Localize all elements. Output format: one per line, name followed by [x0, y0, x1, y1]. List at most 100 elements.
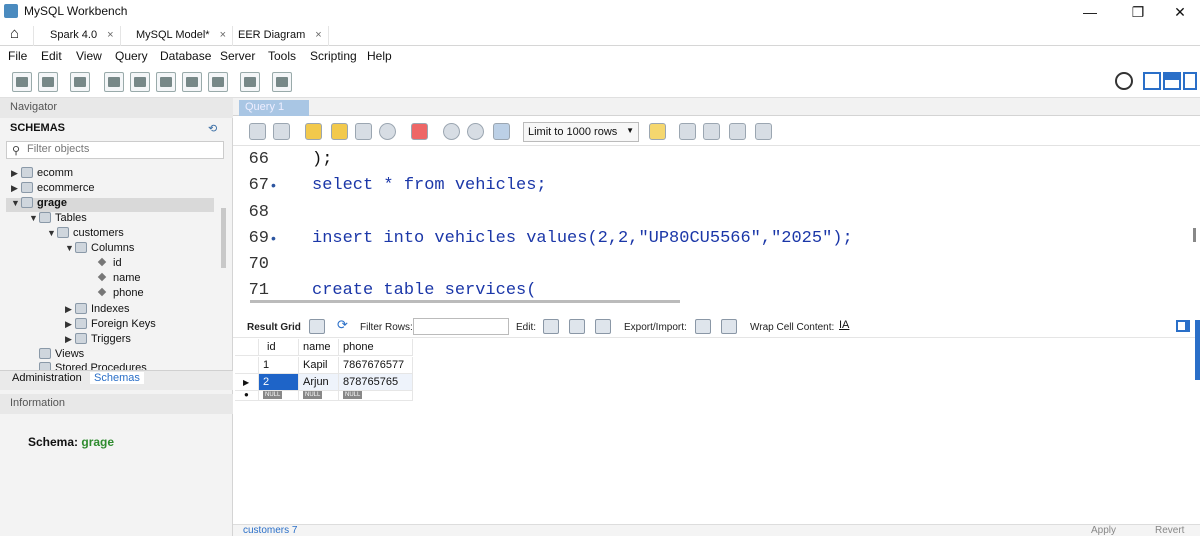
find-icon[interactable]	[703, 123, 720, 140]
menu-query[interactable]: Query	[115, 49, 148, 63]
column-header-id[interactable]: id	[259, 339, 299, 356]
toggle-sidebar-icon[interactable]	[1143, 72, 1161, 90]
table-cell-selected[interactable]: 2	[259, 374, 299, 391]
tree-indexes[interactable]: ▶ Indexes	[65, 303, 130, 315]
create-table-icon[interactable]	[130, 72, 150, 92]
new-row-marker-icon[interactable]: ●	[235, 391, 259, 401]
menu-edit[interactable]: Edit	[41, 49, 62, 63]
wrap-lines-icon[interactable]	[755, 123, 772, 140]
menu-database[interactable]: Database	[160, 49, 211, 63]
delete-row-icon[interactable]	[595, 319, 611, 334]
column-header-name[interactable]: name	[299, 339, 339, 356]
create-procedure-icon[interactable]	[182, 72, 202, 92]
grid-view-icon[interactable]	[309, 319, 325, 334]
collapse-arrow-icon[interactable]: ▼	[11, 198, 21, 208]
table-cell[interactable]: 878765765	[339, 374, 413, 391]
menu-file[interactable]: File	[8, 49, 27, 63]
null-cell[interactable]: NULL	[259, 391, 299, 401]
reconnect-icon[interactable]	[272, 72, 292, 92]
inspector-icon[interactable]	[70, 72, 90, 92]
column-header-phone[interactable]: phone	[339, 339, 413, 356]
tree-column-id[interactable]: id	[97, 257, 122, 269]
row-header[interactable]	[235, 357, 259, 374]
schema-grage[interactable]: ▼ grage	[11, 197, 67, 209]
editor-vertical-scrollbar[interactable]	[1193, 228, 1196, 242]
tab-close-icon[interactable]: ×	[107, 29, 113, 41]
wrap-cell-icon[interactable]: IA	[839, 319, 855, 334]
open-file-icon[interactable]	[249, 123, 266, 140]
commit-icon[interactable]	[443, 123, 460, 140]
refresh-icon[interactable]: ⟲	[208, 122, 217, 135]
collapse-arrow-icon[interactable]: ▼	[29, 213, 39, 223]
search-table-data-icon[interactable]	[240, 72, 260, 92]
tree-triggers[interactable]: ▶ Triggers	[65, 333, 131, 345]
code-line[interactable]: );	[312, 150, 332, 169]
editor-horizontal-scrollbar[interactable]	[250, 300, 680, 303]
null-cell[interactable]: NULL	[299, 391, 339, 401]
toggle-output-icon[interactable]	[1163, 72, 1181, 90]
menu-help[interactable]: Help	[367, 49, 392, 63]
table-cell[interactable]: Arjun	[299, 374, 339, 391]
code-line[interactable]: insert into vehicles values(2,2,"UP80CU5…	[312, 229, 853, 248]
minimize-button[interactable]: —	[1070, 2, 1110, 22]
execute-icon[interactable]	[305, 123, 322, 140]
filter-objects-input[interactable]: ⚲ Filter objects	[6, 141, 224, 159]
tab-administration[interactable]: Administration	[8, 372, 86, 384]
settings-gear-icon[interactable]	[1115, 72, 1133, 90]
revert-button[interactable]: Revert	[1155, 525, 1184, 536]
stop-icon[interactable]	[379, 123, 396, 140]
invisible-chars-icon[interactable]	[729, 123, 746, 140]
edit-row-icon[interactable]	[543, 319, 559, 334]
tab-eer-diagram[interactable]: EER Diagram ×	[232, 26, 329, 46]
refresh-icon[interactable]: ⟳	[337, 317, 353, 332]
export-icon[interactable]	[695, 319, 711, 334]
tree-views[interactable]: Views	[39, 348, 84, 360]
code-line[interactable]: create table services(	[312, 281, 536, 300]
table-cell[interactable]: 1	[259, 357, 299, 374]
beautify-icon[interactable]	[679, 123, 696, 140]
expand-arrow-icon[interactable]: ▶	[65, 319, 75, 330]
result-grid-label[interactable]: Result Grid	[247, 322, 301, 333]
code-line[interactable]: select * from vehicles;	[312, 176, 547, 195]
current-row-arrow-icon[interactable]: ▶	[235, 374, 259, 391]
schema-ecommerce[interactable]: ▶ ecommerce	[11, 182, 94, 194]
home-icon[interactable]: ⌂	[4, 26, 34, 46]
tab-close-icon[interactable]: ×	[220, 29, 226, 41]
tab-customers-7[interactable]: customers 7	[243, 525, 297, 536]
filter-rows-input[interactable]	[413, 318, 509, 335]
menu-server[interactable]: Server	[220, 49, 255, 63]
toggle-secondary-sidebar-icon[interactable]	[1183, 72, 1197, 90]
tree-foreign-keys[interactable]: ▶ Foreign Keys	[65, 318, 156, 330]
navigator-scrollbar[interactable]	[221, 208, 226, 268]
create-schema-icon[interactable]	[104, 72, 124, 92]
table-cell[interactable]: Kapil	[299, 357, 339, 374]
save-icon[interactable]	[273, 123, 290, 140]
create-view-icon[interactable]	[156, 72, 176, 92]
tree-column-phone[interactable]: phone	[97, 287, 144, 299]
rollback-icon[interactable]	[467, 123, 484, 140]
new-sql-tab-icon[interactable]	[12, 72, 32, 92]
tree-column-name[interactable]: name	[97, 272, 141, 284]
tab-close-icon[interactable]: ×	[315, 29, 321, 41]
result-panel-toggle-icon[interactable]	[1176, 320, 1190, 332]
expand-arrow-icon[interactable]: ▶	[65, 334, 75, 345]
open-sql-script-icon[interactable]	[38, 72, 58, 92]
menu-tools[interactable]: Tools	[268, 49, 296, 63]
menu-scripting[interactable]: Scripting	[310, 49, 357, 63]
tree-tables[interactable]: ▼ Tables	[29, 212, 87, 224]
tree-columns[interactable]: ▼ Columns	[65, 242, 134, 254]
tab-mysql-model[interactable]: MySQL Model* ×	[130, 26, 233, 46]
tab-spark[interactable]: Spark 4.0 ×	[44, 26, 121, 46]
schema-ecomm[interactable]: ▶ ecomm	[11, 167, 73, 179]
insert-row-icon[interactable]	[569, 319, 585, 334]
collapse-arrow-icon[interactable]: ▼	[65, 243, 75, 253]
bookmark-star-icon[interactable]	[649, 123, 666, 140]
tab-schemas[interactable]: Schemas	[90, 372, 144, 384]
execute-current-icon[interactable]	[331, 123, 348, 140]
side-panel-tab[interactable]	[1195, 320, 1200, 380]
sql-editor[interactable]: 66 ); 67 • select * from vehicles; 68 69…	[233, 146, 1200, 300]
toggle-error-icon[interactable]	[411, 123, 428, 140]
maximize-button[interactable]: ❐	[1118, 2, 1158, 22]
close-button[interactable]: ✕	[1160, 2, 1200, 22]
table-cell[interactable]: 7867676577	[339, 357, 413, 374]
